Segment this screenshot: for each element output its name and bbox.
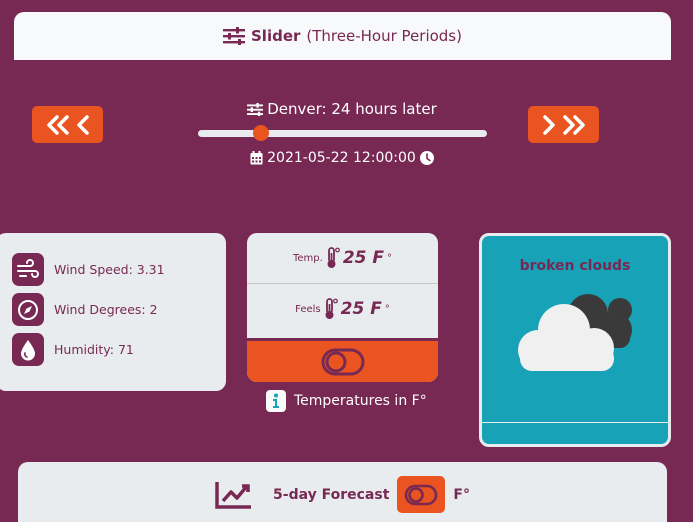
sliders-icon <box>223 27 245 45</box>
thermometer-icon <box>325 298 338 319</box>
feels-unit: ° <box>384 303 390 315</box>
temperature-card: Temp. 25 F ° Feels 25 F ° <box>247 233 438 382</box>
info-icon <box>266 390 286 412</box>
unit-toggle-button[interactable] <box>247 338 438 382</box>
datetime-text: 2021-05-22 12:00:00 <box>267 150 416 166</box>
wind-degrees-text: Wind Degrees: 2 <box>54 302 158 317</box>
weather-card: broken clouds <box>479 233 671 447</box>
slider-label: Denver: 24 hours later <box>196 100 488 118</box>
compass-icon <box>12 293 44 326</box>
forecast-unit-toggle[interactable] <box>397 476 446 513</box>
wind-speed-text: Wind Speed: 3.31 <box>54 262 165 277</box>
temp-unit: ° <box>387 252 393 264</box>
wind-speed-row: Wind Speed: 3.31 <box>12 253 165 286</box>
sliders-icon <box>247 102 264 116</box>
weather-description: broken clouds <box>519 258 631 274</box>
forecast-header: 5-day Forecast F° <box>18 476 667 513</box>
calendar-icon <box>250 151 263 165</box>
forecast-panel: 5-day Forecast F° <box>18 462 667 522</box>
temp-row: Temp. 25 F ° <box>247 233 438 283</box>
slider-track[interactable] <box>198 130 487 137</box>
time-slider[interactable]: Denver: 24 hours later <box>196 100 488 141</box>
header-title-bold: Slider <box>251 27 301 45</box>
chart-line-icon <box>215 481 252 509</box>
clock-icon <box>419 151 434 165</box>
temperature-note: Temperatures in F° <box>266 390 427 412</box>
temp-label: Temp. <box>292 252 323 264</box>
toggle-icon[interactable] <box>321 348 365 376</box>
feels-value: 25 F <box>340 299 382 319</box>
humidity-text: Humidity: 71 <box>54 342 134 357</box>
weather-divider <box>482 422 668 423</box>
clouds-icon <box>518 294 632 371</box>
forward-button[interactable] <box>528 106 599 143</box>
temp-value: 25 F <box>342 248 385 268</box>
double-chevron-right-icon[interactable] <box>561 114 587 135</box>
slider-header: Slider (Three-Hour Periods) <box>14 12 671 64</box>
slider-thumb[interactable] <box>252 125 269 141</box>
toggle-icon[interactable] <box>404 484 438 506</box>
header-title: Slider (Three-Hour Periods) <box>14 12 671 60</box>
temperature-note-text: Temperatures in F° <box>294 393 427 409</box>
chevron-right-icon[interactable] <box>541 114 557 135</box>
wind-card: Wind Speed: 3.31 Wind Degrees: 2 Humidit… <box>0 233 226 391</box>
forecast-label: 5-day Forecast <box>273 486 390 503</box>
feels-label: Feels <box>295 303 321 315</box>
header-title-rest: (Three-Hour Periods) <box>306 27 462 45</box>
chevron-left-icon[interactable] <box>75 114 91 135</box>
humidity-row: Humidity: 71 <box>12 333 134 366</box>
feels-row: Feels 25 F ° <box>247 284 438 334</box>
double-chevron-left-icon[interactable] <box>45 114 71 135</box>
back-button[interactable] <box>32 106 103 143</box>
wind-degrees-row: Wind Degrees: 2 <box>12 293 158 326</box>
thermometer-icon <box>327 247 340 268</box>
droplet-icon <box>12 333 44 366</box>
wind-icon <box>12 253 44 286</box>
slider-label-text: Denver: 24 hours later <box>267 100 437 118</box>
slider-datetime: 2021-05-22 12:00:00 <box>196 150 488 166</box>
forecast-unit: F° <box>453 486 470 503</box>
